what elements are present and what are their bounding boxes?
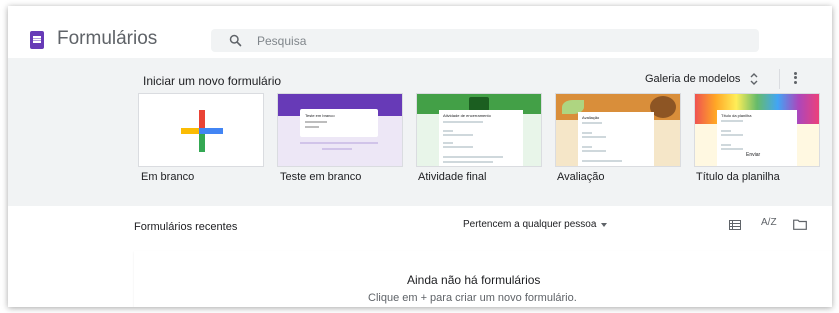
template-gallery-toggle[interactable]: Galeria de modelos bbox=[645, 72, 760, 86]
template-preview-card: Teste em branco bbox=[300, 109, 378, 137]
owner-filter-dropdown[interactable]: Pertencem a qualquer pessoa bbox=[463, 219, 608, 230]
template-spreadsheet-title[interactable]: Título da planilha Enviar bbox=[694, 93, 820, 167]
top-app-bar: Formulários bbox=[8, 6, 832, 58]
forms-icon[interactable] bbox=[30, 31, 44, 49]
list-view-icon[interactable] bbox=[729, 220, 741, 230]
template-preview-card: Título da planilha bbox=[717, 110, 797, 166]
preview-title: Teste em branco bbox=[305, 113, 335, 118]
more-vert-icon[interactable] bbox=[792, 70, 798, 88]
search-box[interactable] bbox=[211, 29, 759, 52]
preview-submit-text: Enviar bbox=[746, 152, 761, 158]
empty-state-subtitle: Clique em + para criar um novo formulári… bbox=[368, 292, 577, 304]
banner-illustration bbox=[469, 97, 489, 111]
template-blank-quiz-label[interactable]: Teste em branco bbox=[280, 171, 361, 183]
owner-filter-label: Pertencem a qualquer pessoa bbox=[463, 219, 597, 230]
template-spreadsheet-title-label[interactable]: Título da planilha bbox=[696, 171, 780, 183]
search-icon[interactable] bbox=[228, 33, 243, 48]
unfold-more-icon bbox=[750, 73, 758, 85]
empty-state-title: Ainda não há formulários bbox=[407, 273, 541, 287]
template-blank-label[interactable]: Em branco bbox=[141, 171, 194, 183]
search-input[interactable] bbox=[257, 31, 737, 50]
template-blank[interactable] bbox=[138, 93, 264, 167]
template-preview-card: Atividade de encerramento bbox=[439, 110, 523, 166]
caret-down-icon bbox=[601, 222, 608, 227]
template-blank-quiz[interactable]: Teste em branco bbox=[277, 93, 403, 167]
template-final-activity-label[interactable]: Atividade final bbox=[418, 171, 487, 183]
sort-az-icon[interactable]: A/Z bbox=[761, 217, 777, 228]
template-evaluation[interactable]: Avaliação bbox=[555, 93, 681, 167]
forms-home-window: Formulários Iniciar um novo formulário G… bbox=[8, 6, 832, 307]
folder-icon[interactable] bbox=[793, 219, 807, 230]
gallery-title: Iniciar um novo formulário bbox=[143, 74, 282, 88]
plus-icon bbox=[181, 110, 223, 152]
app-title[interactable]: Formulários bbox=[57, 28, 157, 50]
preview-title: Título da planilha bbox=[721, 113, 752, 118]
template-preview-card: Avaliação bbox=[578, 112, 654, 166]
divider bbox=[779, 69, 780, 89]
template-gallery-label: Galeria de modelos bbox=[645, 73, 741, 85]
preview-title: Atividade de encerramento bbox=[443, 113, 491, 118]
preview-title: Avaliação bbox=[582, 115, 600, 120]
template-final-activity[interactable]: Atividade de encerramento bbox=[416, 93, 542, 167]
recent-forms-title: Formulários recentes bbox=[134, 221, 238, 233]
template-evaluation-label[interactable]: Avaliação bbox=[557, 171, 605, 183]
template-gallery: Iniciar um novo formulário Galeria de mo… bbox=[8, 58, 832, 206]
